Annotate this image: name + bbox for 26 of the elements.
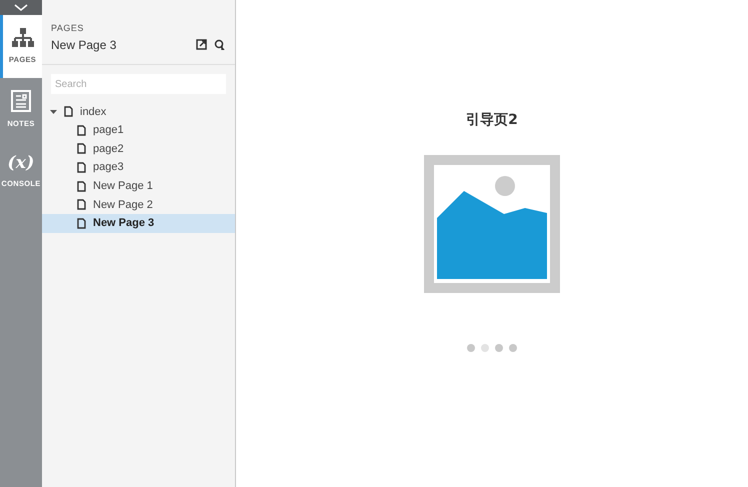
page-tree-item[interactable]: New Page 3 xyxy=(42,214,235,233)
page-tree-item[interactable]: New Page 1 xyxy=(42,176,235,196)
page-tree-item[interactable]: New Page 2 xyxy=(42,195,235,214)
expand-caret-icon[interactable] xyxy=(50,108,57,115)
page-icon xyxy=(77,162,86,174)
slide-title: 引导页2 xyxy=(466,111,518,130)
variable-icon: (x) xyxy=(7,155,35,172)
sitemap-icon xyxy=(12,28,34,48)
export-icon[interactable] xyxy=(196,39,207,50)
collapse-button[interactable] xyxy=(0,0,42,15)
page-tree-item[interactable]: page3 xyxy=(42,158,235,177)
chevron-down-icon xyxy=(14,4,28,11)
panel-heading: PAGES xyxy=(51,22,85,35)
search-field[interactable]: Search xyxy=(51,74,226,94)
page-icon xyxy=(77,218,86,229)
notes-icon xyxy=(11,90,31,112)
search-page-icon[interactable] xyxy=(214,39,225,50)
page-tree-item[interactable]: page1 xyxy=(42,121,235,140)
page-icon xyxy=(77,143,86,154)
page-icon xyxy=(64,106,73,118)
page-tree-item[interactable]: index xyxy=(42,102,235,122)
panel-title: New Page 3 xyxy=(51,36,116,54)
page-icon xyxy=(77,124,86,136)
page-tree-item[interactable]: page2 xyxy=(42,140,235,158)
page-icon xyxy=(77,199,86,210)
page-icon xyxy=(77,180,86,192)
